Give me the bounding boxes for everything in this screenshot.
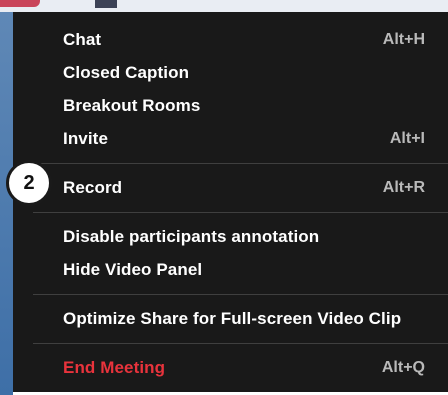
menu-separator: [33, 212, 448, 213]
menu-item-shortcut: Alt+R: [382, 178, 425, 196]
menu-item-record[interactable]: Record Alt+R: [13, 171, 448, 204]
menu-item-disable-annotation[interactable]: Disable participants annotation: [13, 220, 448, 253]
menu-item-label: Breakout Rooms: [63, 95, 201, 115]
menu-item-shortcut: Alt+I: [389, 129, 425, 147]
background-window-edge: [0, 12, 13, 395]
menu-item-label: Disable participants annotation: [63, 226, 320, 246]
menu-item-closed-caption[interactable]: Closed Caption: [13, 56, 448, 89]
menu-separator: [33, 163, 448, 164]
menu-item-shortcut: Alt+H: [382, 30, 425, 48]
menu-item-end-meeting[interactable]: End Meeting Alt+Q: [13, 351, 448, 384]
menu-item-label: Closed Caption: [63, 62, 190, 82]
menu-item-invite[interactable]: Invite Alt+I: [13, 122, 448, 155]
menu-separator: [33, 343, 448, 344]
menu-item-label: Hide Video Panel: [63, 259, 203, 279]
background-window-strip: [0, 0, 448, 12]
more-options-menu: Chat Alt+H Closed Caption Breakout Rooms…: [13, 12, 448, 392]
menu-item-label: End Meeting: [63, 357, 166, 377]
menu-item-label: Optimize Share for Full-screen Video Cli…: [63, 308, 402, 328]
menu-item-shortcut: Alt+Q: [381, 358, 425, 376]
background-accent: [0, 0, 40, 7]
menu-item-hide-video-panel[interactable]: Hide Video Panel: [13, 253, 448, 286]
menu-separator: [33, 294, 448, 295]
menu-item-breakout-rooms[interactable]: Breakout Rooms: [13, 89, 448, 122]
menu-item-label: Invite: [63, 128, 109, 148]
step-number-badge: 2: [6, 160, 52, 206]
menu-item-chat[interactable]: Chat Alt+H: [13, 23, 448, 56]
menu-item-label: Record: [63, 177, 123, 197]
background-accent-dark: [95, 0, 117, 8]
menu-item-optimize-share[interactable]: Optimize Share for Full-screen Video Cli…: [13, 302, 448, 335]
menu-item-label: Chat: [63, 29, 102, 49]
